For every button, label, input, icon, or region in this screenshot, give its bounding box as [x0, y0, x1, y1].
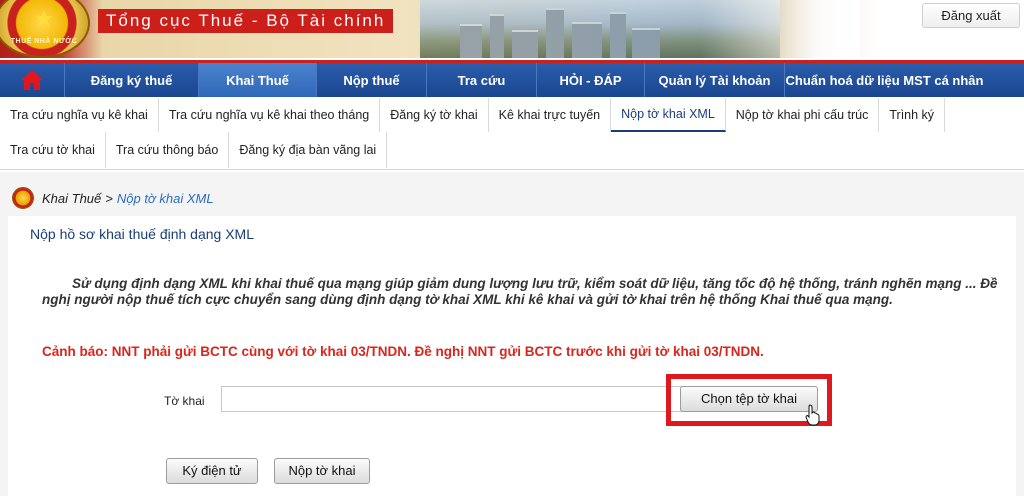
breadcrumb: Khai Thuế > Nộp tờ khai XML — [0, 184, 1024, 212]
content-area: Khai Thuế > Nộp tờ khai XML Nộp hồ sơ khai… — [0, 172, 1024, 496]
breadcrumb-separator: > — [105, 190, 113, 206]
main-nav: Đăng ký thuế Khai Thuế Nộp thuế Tra cứu … — [0, 60, 1024, 97]
logout-button[interactable]: Đăng xuất — [922, 3, 1020, 28]
nav-item-khai-thue[interactable]: Khai Thuế — [198, 63, 316, 97]
nav-item-quan-ly-tai-khoan[interactable]: Quản lý Tài khoản — [644, 63, 784, 97]
site-title: Tổng cục Thuế - Bộ Tài chính — [98, 9, 394, 33]
home-icon[interactable] — [0, 63, 64, 97]
hand-cursor-icon — [805, 404, 820, 426]
digital-sign-button[interactable]: Ký điện tử — [166, 458, 258, 484]
xml-submit-panel: Nộp hồ sơ khai thuế định dạng XML Sử dụn… — [8, 216, 1016, 496]
tab-nop-to-khai-phi-cau-truc[interactable]: Nộp tờ khai phi cấu trúc — [726, 98, 880, 132]
tab-tra-cuu-to-khai[interactable]: Tra cứu tờ khai — [0, 132, 106, 168]
tab-dang-ky-to-khai[interactable]: Đăng ký tờ khai — [380, 98, 489, 132]
tab-trinh-ky[interactable]: Trình ký — [879, 98, 946, 132]
tab-dang-ky-dia-ban-vang-lai[interactable]: Đăng ký địa bàn vãng lai — [229, 132, 388, 168]
submit-declaration-button[interactable]: Nộp tờ khai — [274, 458, 370, 484]
sub-tabs-row-1: Tra cứu nghĩa vụ kê khai Tra cứu nghĩa v… — [0, 98, 1024, 132]
tab-tra-cuu-thong-bao[interactable]: Tra cứu thông báo — [106, 132, 230, 168]
nav-item-tra-cuu[interactable]: Tra cứu — [426, 63, 536, 97]
breadcrumb-current: Nộp tờ khai XML — [116, 190, 214, 206]
sub-tabs: Tra cứu nghĩa vụ kê khai Tra cứu nghĩa v… — [0, 98, 1024, 170]
choose-file-button[interactable]: Chọn tệp tờ khai — [680, 386, 818, 412]
header-banner: ★ THUẾ NHÀ NƯỚC Tổng cục Thuế - Bộ Tài c… — [0, 0, 1024, 58]
tab-nop-to-khai-xml[interactable]: Nộp tờ khai XML — [611, 98, 726, 132]
file-path-input[interactable] — [221, 386, 691, 412]
nav-item-chuan-hoa-mst[interactable]: Chuẩn hoá dữ liệu MST cá nhân — [784, 63, 984, 97]
sub-tabs-row-2: Tra cứu tờ khai Tra cứu thông báo Đăng k… — [0, 132, 1024, 168]
nav-item-nop-thue[interactable]: Nộp thuế — [316, 63, 426, 97]
warning-text: Cảnh báo: NNT phải gửi BCTC cùng với tờ … — [42, 344, 764, 359]
emblem-icon — [12, 187, 34, 209]
page-title: Nộp hồ sơ khai thuế định dạng XML — [30, 226, 254, 242]
breadcrumb-parent[interactable]: Khai Thuế — [42, 191, 101, 206]
nav-item-hoi-dap[interactable]: HỎI - ĐÁP — [536, 63, 644, 97]
file-label: Tờ khai — [164, 394, 205, 408]
national-emblem-icon: ★ THUẾ NHÀ NƯỚC — [0, 0, 90, 58]
tab-tra-cuu-nghia-vu-ke-khai[interactable]: Tra cứu nghĩa vụ kê khai — [0, 98, 159, 132]
intro-text: Sử dụng định dạng XML khi khai thuế qua … — [42, 276, 998, 307]
tab-tra-cuu-nghia-vu-ke-khai-theo-thang[interactable]: Tra cứu nghĩa vụ kê khai theo tháng — [159, 98, 381, 132]
tab-ke-khai-truc-tuyen[interactable]: Kê khai trực tuyến — [489, 98, 612, 132]
nav-item-dang-ky-thue[interactable]: Đăng ký thuế — [64, 63, 198, 97]
